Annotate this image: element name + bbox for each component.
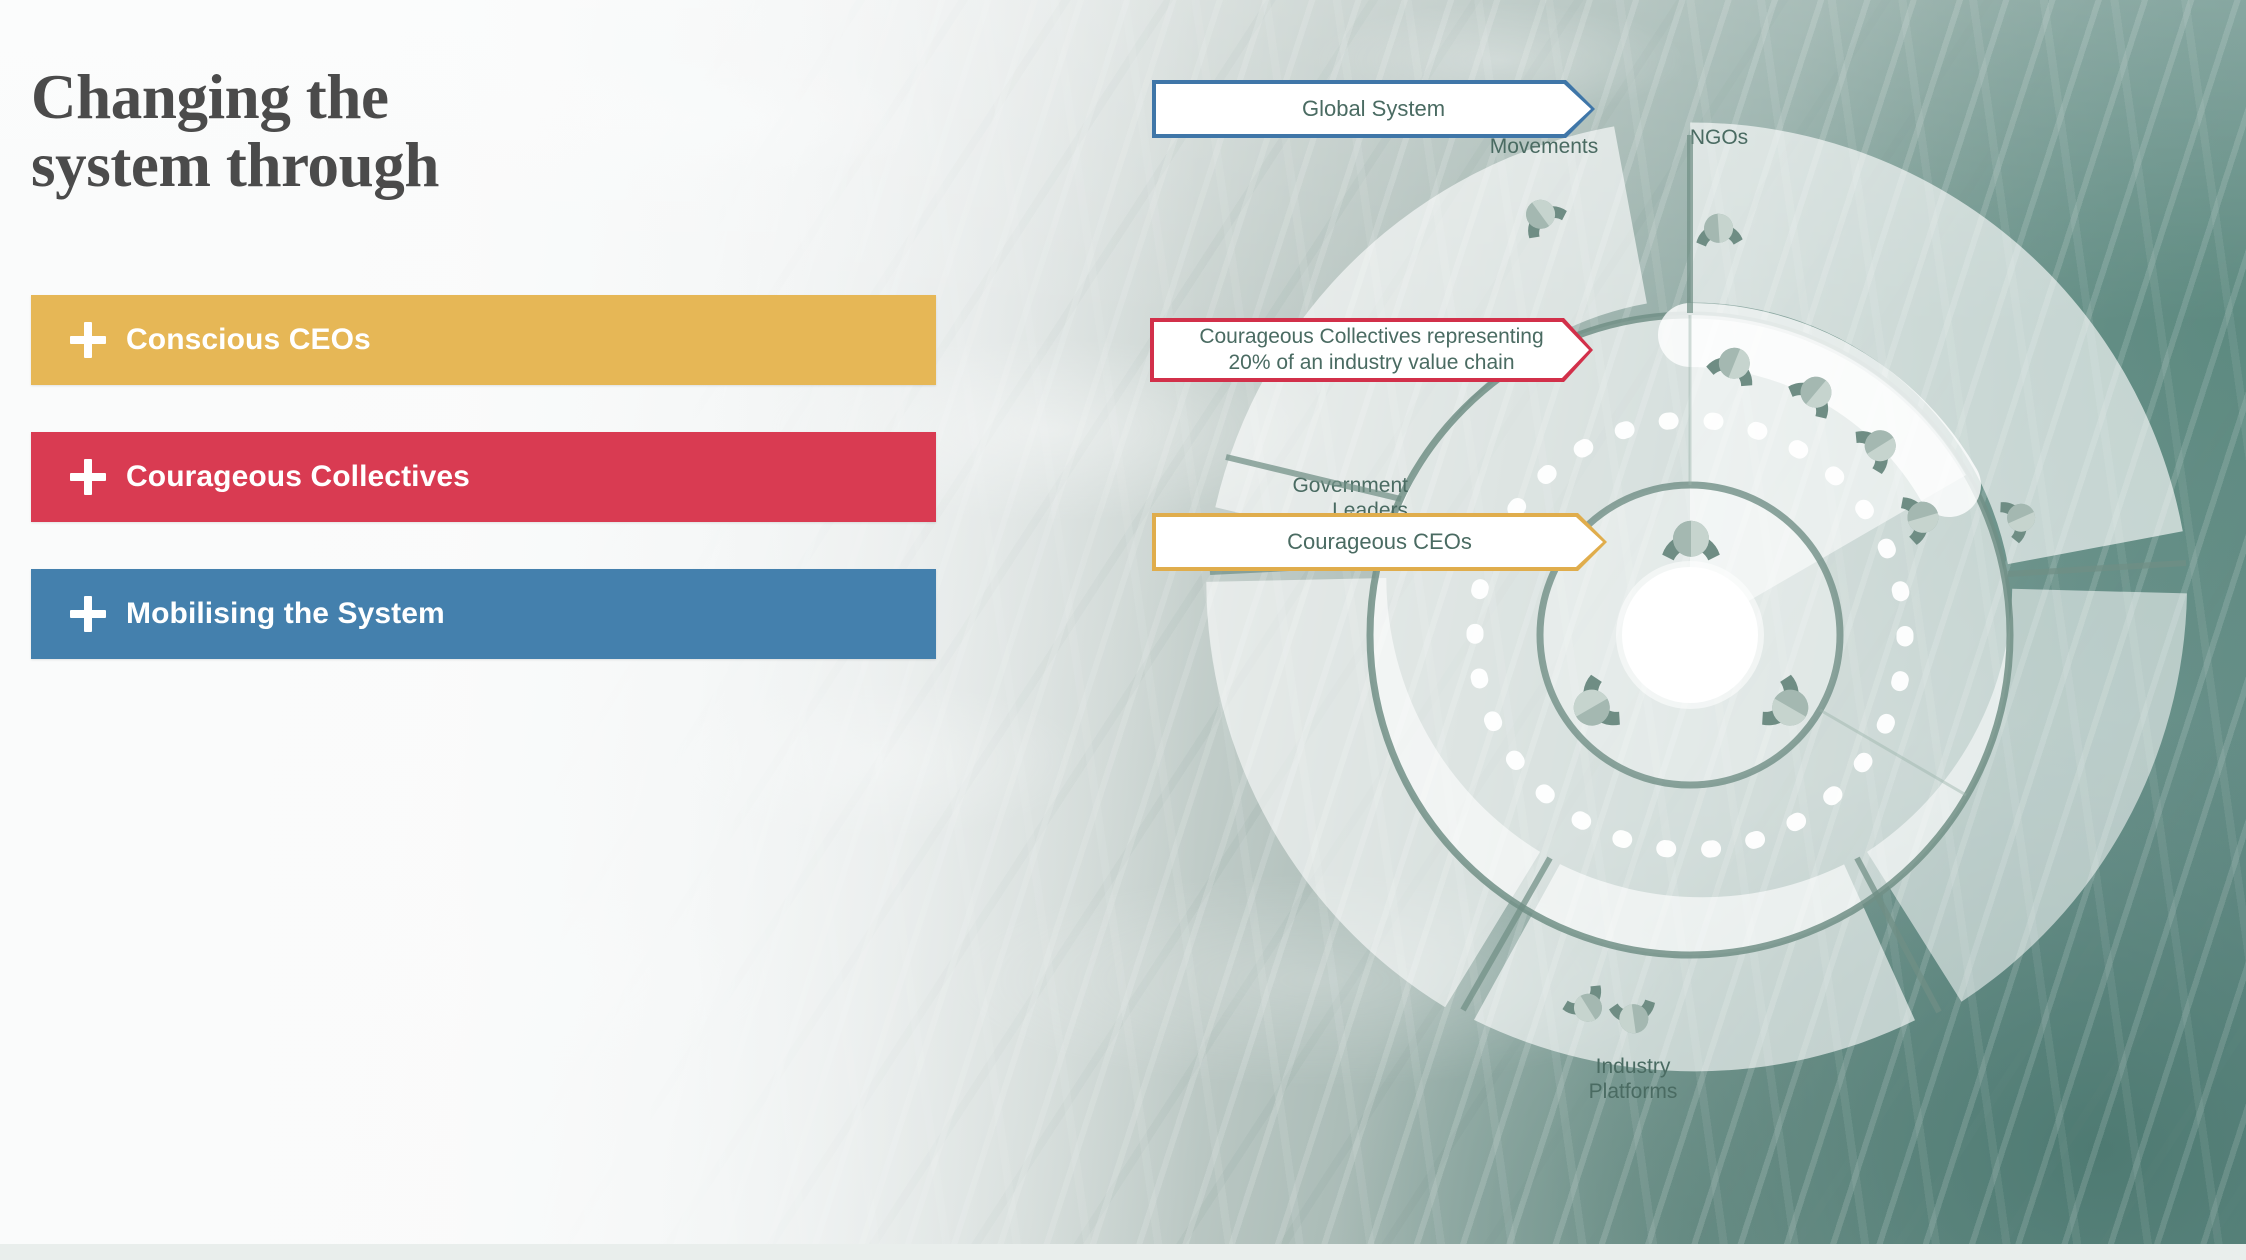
callout-inner: Courageous Collectives representing 20% … [1154, 322, 1589, 378]
segment-label-industry-platforms: Industry Platforms [1589, 1055, 1678, 1103]
accordion-item-conscious-ceos[interactable]: Conscious CEOs [31, 295, 936, 385]
radial-system-diagram: YouthMovements NGOs GovernmentLeaders In… [1160, 0, 2246, 1260]
accordion-item-label: Courageous Collectives [126, 460, 470, 493]
left-content-panel: Changing the system through Conscious CE… [0, 0, 1000, 1244]
divider-ngos-right [2007, 560, 2187, 577]
segment-label-ngos: NGOs [1690, 126, 1748, 149]
callout-label: Courageous Collectives representing 20% … [1199, 324, 1544, 374]
callout-inner: Courageous CEOs [1156, 517, 1603, 567]
accordion-item-label: Mobilising the System [126, 597, 445, 630]
callout-courageous-collectives[interactable]: Courageous Collectives representing 20% … [1150, 318, 1593, 382]
page-title: Changing the system through [31, 62, 440, 201]
callout-label: Global System [1301, 96, 1446, 122]
radial-diagram-svg: YouthMovements NGOs GovernmentLeaders In… [1206, 110, 2187, 1103]
plus-icon [70, 459, 106, 495]
accordion-item-label: Conscious CEOs [126, 323, 371, 356]
accordion-item-courageous-collectives[interactable]: Courageous Collectives [31, 432, 936, 522]
callout-label: Courageous CEOs [1287, 529, 1472, 555]
callout-global-system[interactable]: Global System [1152, 80, 1595, 138]
plus-icon [70, 596, 106, 632]
callout-inner: Global System [1156, 84, 1591, 134]
center-table-glow [1616, 561, 1764, 709]
plus-icon [70, 322, 106, 358]
accordion-item-mobilising-the-system[interactable]: Mobilising the System [31, 569, 936, 659]
callout-courageous-ceos[interactable]: Courageous CEOs [1152, 513, 1607, 571]
